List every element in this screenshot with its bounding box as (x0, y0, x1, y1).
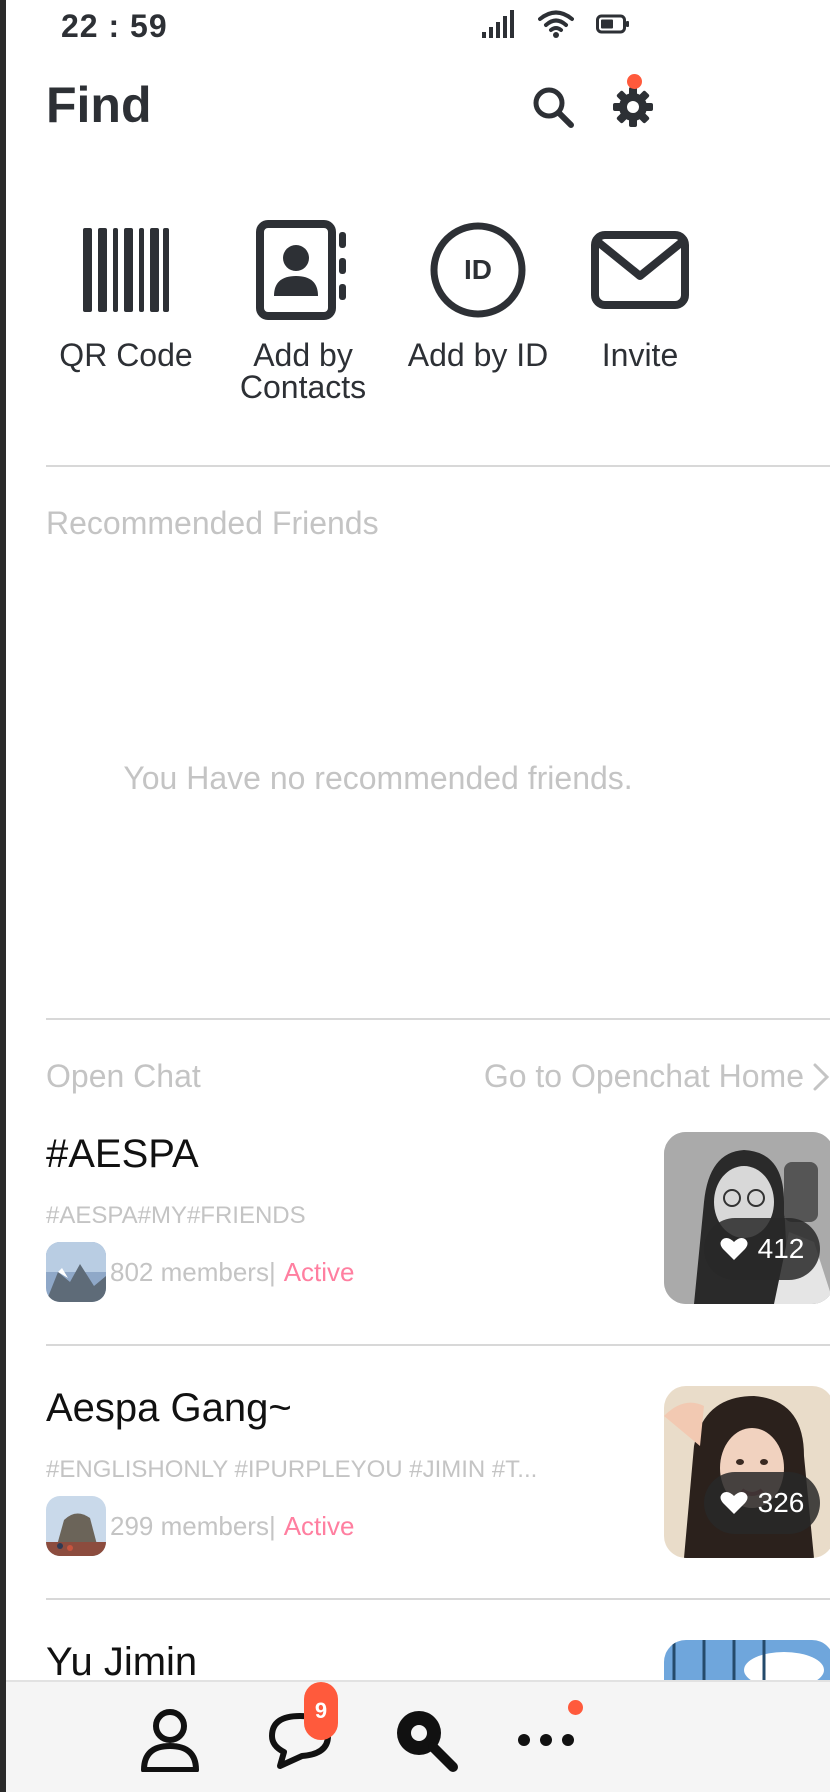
divider (46, 465, 830, 467)
divider (46, 1018, 830, 1020)
chat-tags: #ENGLISHONLY #IPURPLEYOU #JIMIN #T... (46, 1456, 538, 1483)
open-chat-item[interactable]: Aespa Gang~ #ENGLISHONLY #IPURPLEYOU #JI… (46, 1386, 830, 1576)
add-by-id-label: Add by ID (407, 337, 549, 373)
heart-icon (720, 1238, 748, 1260)
likes-count: 412 (757, 1233, 805, 1264)
signal-icon (482, 10, 514, 38)
location-search-icon (397, 1711, 458, 1772)
nav-find[interactable] (386, 1700, 466, 1780)
qr-code-icon-wrap (71, 215, 181, 325)
chat-tags: #AESPA#MY#FRIENDS (46, 1202, 306, 1229)
more-dots-icon (518, 1734, 574, 1746)
qr-code-button[interactable]: QR Code (36, 215, 216, 371)
status-bar: 22 : 59 (6, 0, 830, 52)
settings-notification-dot (627, 74, 642, 89)
gear-icon (613, 87, 653, 127)
invite-icon-wrap (585, 215, 695, 325)
chat-name: #AESPA (46, 1132, 199, 1176)
chat-thumbnail: 412 (664, 1132, 830, 1304)
recommended-empty-message: You Have no recommended friends. (123, 760, 633, 796)
chat-avatar (46, 1242, 106, 1302)
barcode-icon (83, 228, 169, 312)
contacts-icon-wrap (248, 215, 358, 325)
chat-thumbnail: 326 (664, 1386, 830, 1558)
nav-more[interactable] (506, 1700, 586, 1780)
open-chat-item[interactable]: #AESPA #AESPA#MY#FRIENDS 802 members| Ac… (46, 1132, 830, 1322)
heart-icon (720, 1492, 748, 1514)
add-by-contacts-label: Add by Contacts (239, 337, 367, 405)
likes-badge: 326 (704, 1472, 820, 1534)
status-time: 22 : 59 (61, 8, 168, 44)
quick-actions: QR Code Add by Contacts ID Add by ID Inv… (6, 215, 830, 415)
qr-code-label: QR Code (59, 337, 193, 373)
header: Find (6, 70, 830, 140)
add-by-contacts-button[interactable]: Add by Contacts (213, 215, 393, 403)
bottom-nav: 9 (6, 1680, 830, 1792)
id-icon-wrap: ID (423, 215, 533, 325)
chat-avatar-image (46, 1496, 106, 1556)
page-title: Find (46, 77, 152, 133)
chat-avatar (46, 1496, 106, 1556)
recommended-friends-title: Recommended Friends (46, 505, 379, 541)
divider (46, 1598, 830, 1600)
chat-unread-badge: 9 (304, 1682, 338, 1740)
invite-button[interactable]: Invite (550, 215, 730, 371)
wifi-icon (538, 10, 574, 38)
settings-button[interactable] (608, 74, 658, 132)
status-icons (482, 10, 630, 38)
person-icon (141, 1709, 199, 1772)
chat-meta: 802 members| Active (46, 1242, 355, 1302)
likes-badge: 412 (704, 1218, 820, 1280)
chat-name: Yu Jimin (46, 1640, 198, 1684)
id-icon-text: ID (464, 254, 492, 285)
search-icon (533, 87, 574, 128)
mail-icon (591, 231, 689, 309)
more-notification-dot (568, 1700, 583, 1715)
chat-avatar-image (46, 1242, 106, 1302)
go-to-openchat-home-label: Go to Openchat Home (483, 1058, 804, 1094)
invite-label: Invite (601, 337, 679, 373)
chat-members: 802 members| (110, 1256, 276, 1287)
search-button[interactable] (528, 82, 578, 132)
chevron-right-icon (813, 1063, 830, 1090)
likes-count: 326 (757, 1487, 805, 1518)
nav-chats[interactable]: 9 (260, 1682, 340, 1780)
chat-status: Active (283, 1510, 355, 1541)
nav-friends[interactable] (130, 1700, 210, 1780)
battery-icon (596, 14, 629, 34)
find-screen: 22 : 59 Find QR Code Add by Contacts ID … (6, 0, 830, 1792)
divider (46, 1344, 830, 1346)
chat-members: 299 members| (110, 1510, 276, 1541)
contacts-book-icon (256, 220, 346, 320)
chat-meta: 299 members| Active (46, 1496, 355, 1556)
go-to-openchat-home-link[interactable]: Go to Openchat Home (484, 1058, 830, 1095)
chat-name: Aespa Gang~ (46, 1386, 292, 1430)
add-by-id-button[interactable]: ID Add by ID (388, 215, 568, 371)
open-chat-title: Open Chat (46, 1058, 201, 1094)
chat-status: Active (283, 1256, 355, 1287)
